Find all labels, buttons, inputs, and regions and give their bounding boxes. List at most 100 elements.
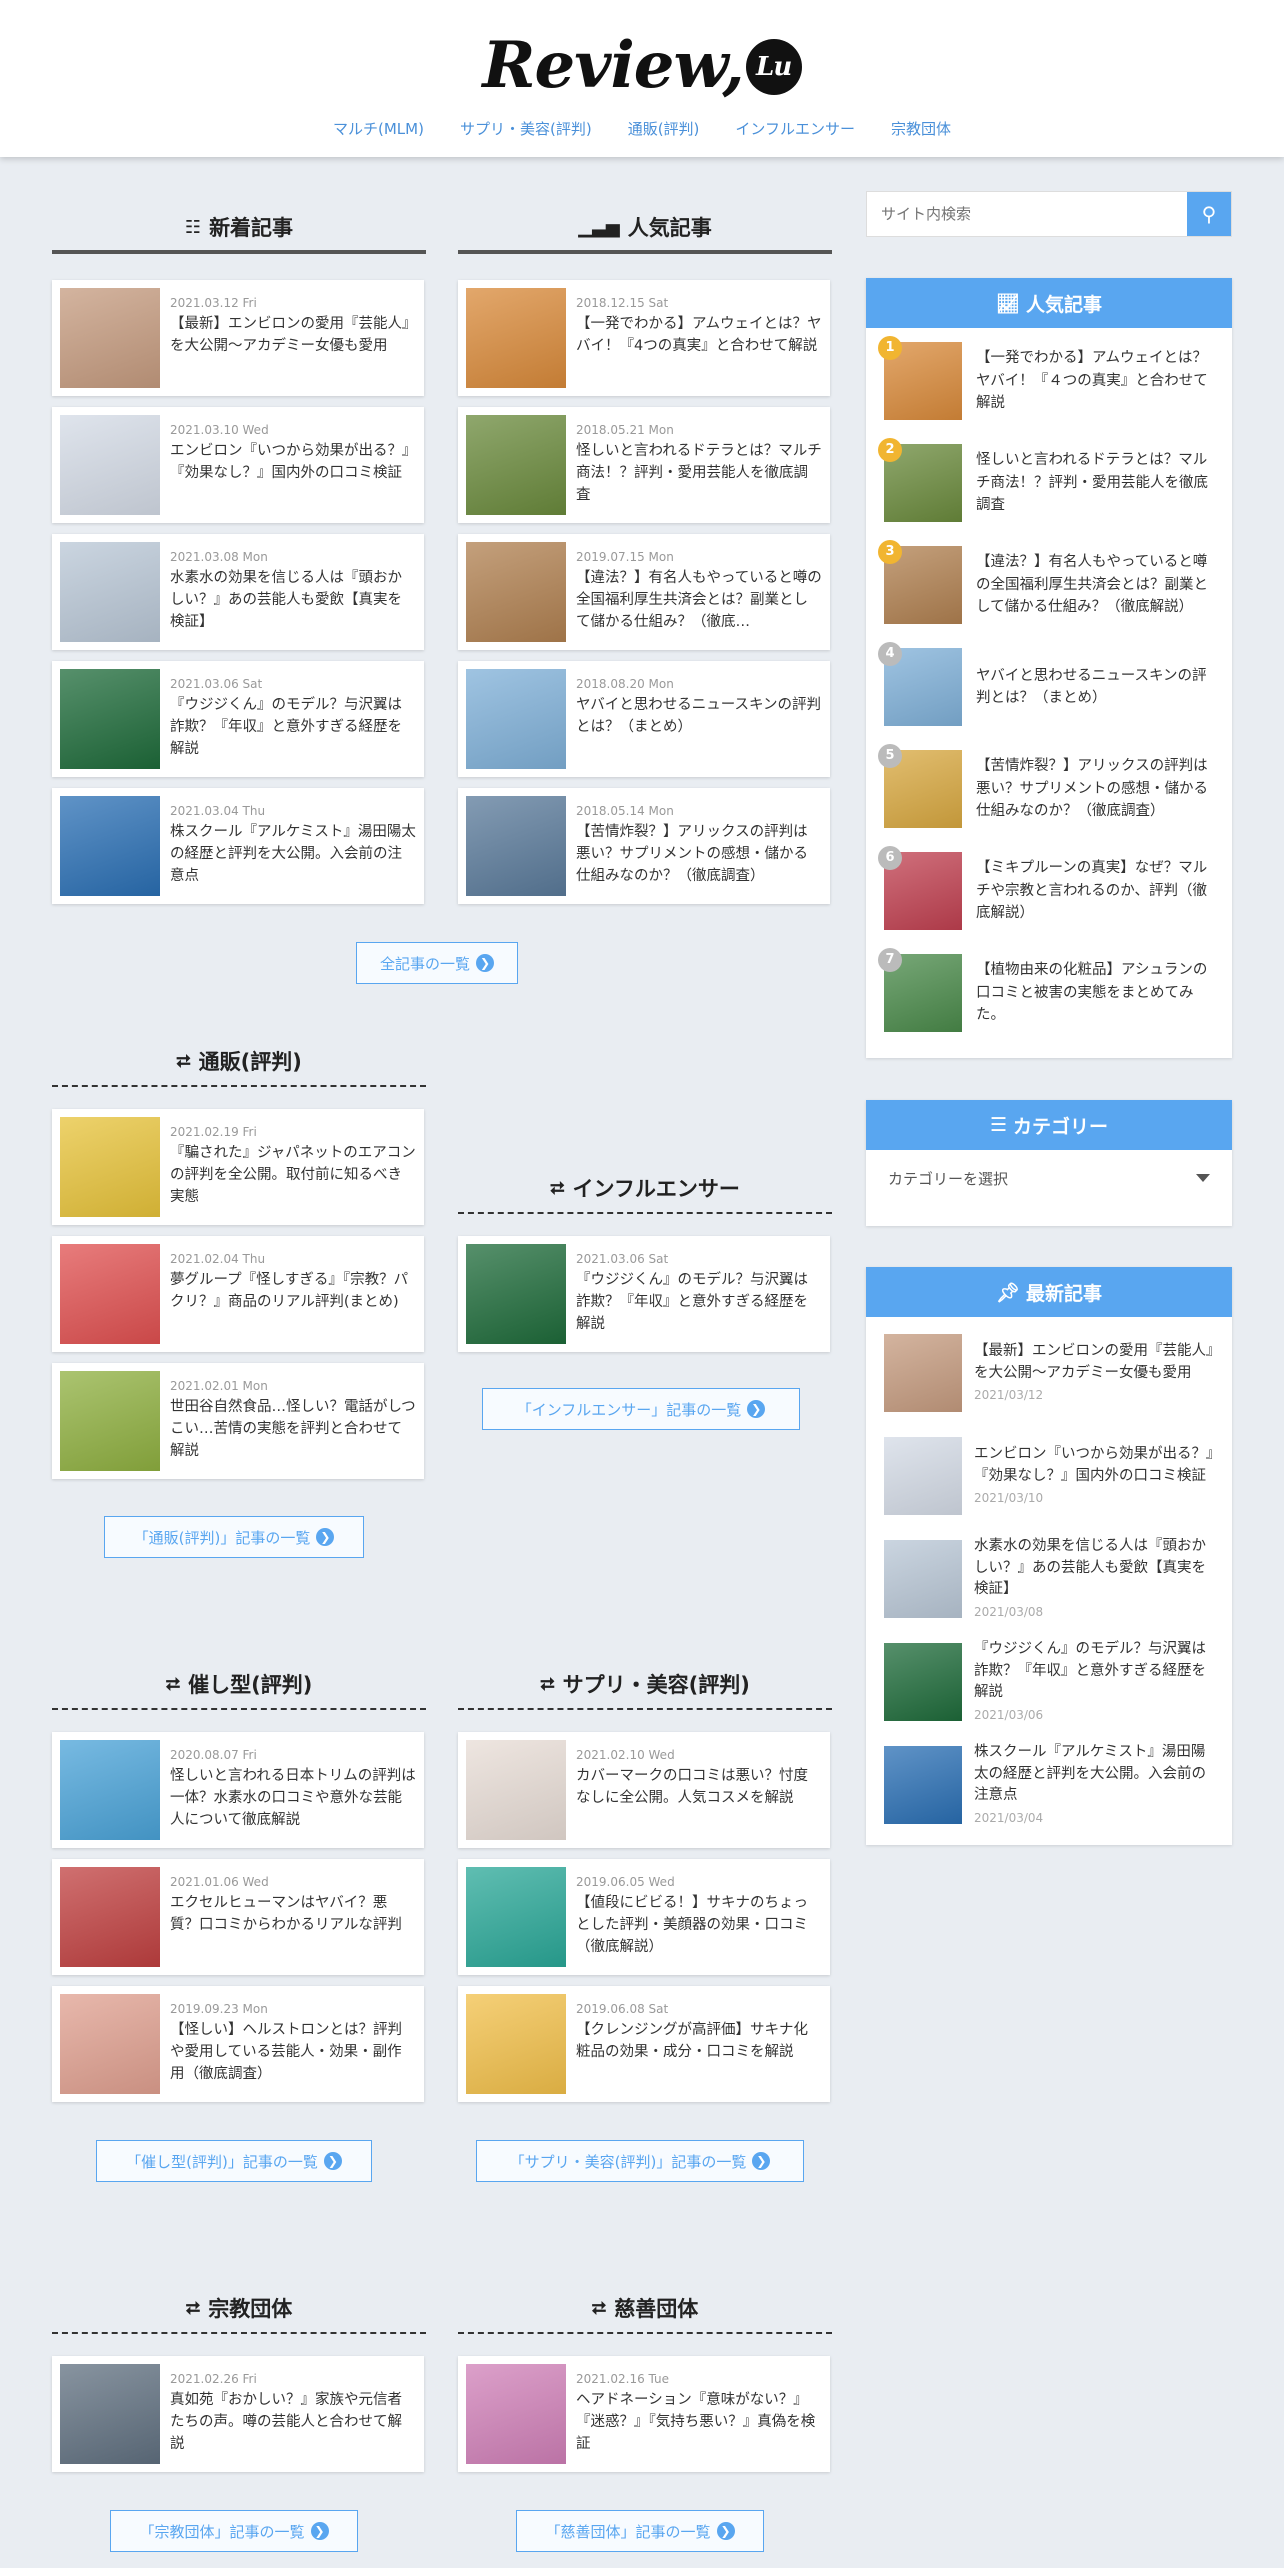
article-title[interactable]: 真如苑『おかしい？』家族や元信者たちの声。噂の芸能人と合わせて解説 bbox=[170, 2390, 416, 2455]
ranking-item[interactable]: 7 【植物由来の化粧品】アシュランの口コミと被害の実態をまとめてみた。 bbox=[866, 942, 1232, 1044]
ranking-title[interactable]: 【違法？】有名人もやっていると噂の全国福利厚生共済会とは？副業として儲かる仕組み… bbox=[962, 551, 1214, 618]
ranking-title[interactable]: 【一発でわかる】アムウェイとは？ヤバイ！『４つの真実』と合わせて解説 bbox=[962, 347, 1214, 414]
latest-thumbnail[interactable] bbox=[884, 1539, 962, 1618]
article-thumbnail[interactable] bbox=[466, 542, 566, 642]
ranking-title[interactable]: ヤバイと思わせるニュースキンの評判とは？（まとめ） bbox=[962, 665, 1214, 710]
latest-item[interactable]: エンビロン『いつから効果が出る？』『効果なし？』国内外の口コミ検証 2021/0… bbox=[866, 1424, 1232, 1527]
article-title[interactable]: 夢グループ『怪しすぎる』『宗教？パクリ？』商品のリアル評判(まとめ) bbox=[170, 1270, 416, 1314]
nav-mlm[interactable]: マルチ(MLM) bbox=[333, 118, 424, 139]
latest-title[interactable]: 『ウジジくん』のモデル？与沢翼は詐欺？『年収』と意外すぎる経歴を解説 bbox=[974, 1639, 1214, 1704]
article-title[interactable]: 『騙された』ジャパネットのエアコンの評判を全公開。取付前に知るべき実態 bbox=[170, 1143, 416, 1208]
article-card[interactable]: 2020.08.07 Fri 怪しいと言われる日本トリムの評判は一体？水素水の口… bbox=[52, 1732, 424, 1848]
article-title[interactable]: 株スクール『アルケミスト』湯田陽太の経歴と評判を大公開。入会前の注意点 bbox=[170, 822, 416, 887]
article-thumbnail[interactable] bbox=[60, 542, 160, 642]
search-button[interactable]: ⚲ bbox=[1187, 192, 1231, 236]
latest-thumbnail[interactable] bbox=[884, 1642, 962, 1721]
ranking-item[interactable]: 3 【違法？】有名人もやっていると噂の全国福利厚生共済会とは？副業として儲かる仕… bbox=[866, 534, 1232, 636]
latest-item[interactable]: 水素水の効果を信じる人は『頭おかしい？』あの芸能人も愛飲【真実を検証】 2021… bbox=[866, 1527, 1232, 1630]
article-thumbnail[interactable] bbox=[60, 2364, 160, 2464]
nav-supple[interactable]: サプリ・美容(評判) bbox=[460, 118, 592, 139]
latest-title[interactable]: 水素水の効果を信じる人は『頭おかしい？』あの芸能人も愛飲【真実を検証】 bbox=[974, 1536, 1214, 1601]
article-title[interactable]: 【苦情炸裂？】アリックスの評判は悪い？サプリメントの感想・儲かる仕組みなのか？（… bbox=[576, 822, 822, 887]
article-card[interactable]: 2018.05.14 Mon 【苦情炸裂？】アリックスの評判は悪い？サプリメント… bbox=[458, 788, 830, 904]
article-thumbnail[interactable] bbox=[466, 1994, 566, 2094]
article-thumbnail[interactable] bbox=[466, 288, 566, 388]
more-button-saimin[interactable]: 「催し型(評判)」記事の一覧 ❯ bbox=[96, 2140, 372, 2182]
article-thumbnail[interactable] bbox=[60, 1740, 160, 1840]
more-button-new[interactable]: 全記事の一覧 ❯ bbox=[356, 942, 518, 984]
nav-influencer[interactable]: インフルエンサー bbox=[735, 118, 855, 139]
article-thumbnail[interactable] bbox=[60, 796, 160, 896]
article-card[interactable]: 2019.07.15 Mon 【違法？】有名人もやっていると噂の全国福利厚生共済… bbox=[458, 534, 830, 650]
nav-tsuhan[interactable]: 通販(評判) bbox=[628, 118, 700, 139]
article-thumbnail[interactable] bbox=[60, 669, 160, 769]
latest-thumbnail[interactable] bbox=[884, 1436, 962, 1515]
article-title[interactable]: 怪しいと言われる日本トリムの評判は一体？水素水の口コミや意外な芸能人について徹底… bbox=[170, 1766, 416, 1831]
article-card[interactable]: 2021.03.06 Sat 『ウジジくん』のモデル？与沢翼は詐欺？『年収』と意… bbox=[458, 1236, 830, 1352]
article-card[interactable]: 2019.06.05 Wed 【値段にビビる！】サキナのちょっとした評判・美顔器… bbox=[458, 1859, 830, 1975]
article-thumbnail[interactable] bbox=[60, 1117, 160, 1217]
article-thumbnail[interactable] bbox=[60, 288, 160, 388]
article-card[interactable]: 2018.05.21 Mon 怪しいと言われるドテラとは？マルチ商法！？評判・愛… bbox=[458, 407, 830, 523]
article-title[interactable]: カバーマークの口コミは悪い？忖度なしに全公開。人気コスメを解説 bbox=[576, 1766, 822, 1810]
latest-thumbnail[interactable] bbox=[884, 1745, 962, 1824]
article-card[interactable]: 2021.02.16 Tue ヘアドネーション『意味がない？』『迷惑？』『気持ち… bbox=[458, 2356, 830, 2472]
more-button-tsuhan[interactable]: 「通販(評判)」記事の一覧 ❯ bbox=[104, 1516, 364, 1558]
article-card[interactable]: 2021.03.08 Mon 水素水の効果を信じる人は『頭おかしい？』あの芸能人… bbox=[52, 534, 424, 650]
article-thumbnail[interactable] bbox=[466, 2364, 566, 2464]
article-thumbnail[interactable] bbox=[466, 1867, 566, 1967]
article-title[interactable]: ヤバイと思わせるニュースキンの評判とは？（まとめ） bbox=[576, 695, 822, 739]
site-logo[interactable]: Review, Lu bbox=[0, 28, 1284, 103]
ranking-title[interactable]: 【苦情炸裂？】アリックスの評判は悪い？サプリメントの感想・儲かる仕組みなのか？（… bbox=[962, 755, 1214, 822]
article-card[interactable]: 2021.03.12 Fri 【最新】エンビロンの愛用『芸能人』を大公開～アカデ… bbox=[52, 280, 424, 396]
latest-thumbnail[interactable] bbox=[884, 1333, 962, 1412]
ranking-title[interactable]: 【ミキプルーンの真実】なぜ？マルチや宗教と言われるのか、評判（徹底解説） bbox=[962, 857, 1214, 924]
article-thumbnail[interactable] bbox=[60, 1994, 160, 2094]
article-card[interactable]: 2021.03.04 Thu 株スクール『アルケミスト』湯田陽太の経歴と評判を大… bbox=[52, 788, 424, 904]
ranking-item[interactable]: 5 【苦情炸裂？】アリックスの評判は悪い？サプリメントの感想・儲かる仕組みなのか… bbox=[866, 738, 1232, 840]
article-title[interactable]: 怪しいと言われるドテラとは？マルチ商法！？評判・愛用芸能人を徹底調査 bbox=[576, 441, 822, 506]
latest-title[interactable]: 【最新】エンビロンの愛用『芸能人』を大公開～アカデミー女優も愛用 bbox=[974, 1341, 1214, 1385]
article-thumbnail[interactable] bbox=[466, 669, 566, 769]
article-title[interactable]: 水素水の効果を信じる人は『頭おかしい？』あの芸能人も愛飲【真実を検証】 bbox=[170, 568, 416, 633]
article-card[interactable]: 2019.09.23 Mon 【怪しい】ヘルストロンとは？評判や愛用している芸能… bbox=[52, 1986, 424, 2102]
article-title[interactable]: 『ウジジくん』のモデル？与沢翼は詐欺？『年収』と意外すぎる経歴を解説 bbox=[576, 1270, 822, 1335]
article-card[interactable]: 2019.06.08 Sat 【クレンジングが高評価】サキナ化粧品の効果・成分・… bbox=[458, 1986, 830, 2102]
ranking-title[interactable]: 【植物由来の化粧品】アシュランの口コミと被害の実態をまとめてみた。 bbox=[962, 959, 1214, 1026]
latest-item[interactable]: 『ウジジくん』のモデル？与沢翼は詐欺？『年収』と意外すぎる経歴を解説 2021/… bbox=[866, 1630, 1232, 1733]
article-thumbnail[interactable] bbox=[466, 1740, 566, 1840]
article-card[interactable]: 2021.03.10 Wed エンビロン『いつから効果が出る？』『効果なし？』国… bbox=[52, 407, 424, 523]
latest-title[interactable]: 株スクール『アルケミスト』湯田陽太の経歴と評判を大公開。入会前の注意点 bbox=[974, 1742, 1214, 1807]
category-select[interactable]: カテゴリーを選択 bbox=[866, 1150, 1232, 1206]
article-title[interactable]: ヘアドネーション『意味がない？』『迷惑？』『気持ち悪い？』真偽を検証 bbox=[576, 2390, 822, 2455]
article-card[interactable]: 2018.12.15 Sat 【一発でわかる】アムウェイとは？ヤバイ！『4つの真… bbox=[458, 280, 830, 396]
article-title[interactable]: エンビロン『いつから効果が出る？』『効果なし？』国内外の口コミ検証 bbox=[170, 441, 416, 485]
ranking-item[interactable]: 4 ヤバイと思わせるニュースキンの評判とは？（まとめ） bbox=[866, 636, 1232, 738]
article-title[interactable]: 『ウジジくん』のモデル？与沢翼は詐欺？『年収』と意外すぎる経歴を解説 bbox=[170, 695, 416, 760]
ranking-title[interactable]: 怪しいと言われるドテラとは？マルチ商法！？評判・愛用芸能人を徹底調査 bbox=[962, 449, 1214, 516]
article-card[interactable]: 2021.01.06 Wed エクセルヒューマンはヤバイ？悪質？口コミからわかる… bbox=[52, 1859, 424, 1975]
more-button-shukyo[interactable]: 「宗教団体」記事の一覧 ❯ bbox=[110, 2510, 358, 2552]
article-thumbnail[interactable] bbox=[60, 1371, 160, 1471]
more-button-jizen[interactable]: 「慈善団体」記事の一覧 ❯ bbox=[516, 2510, 764, 2552]
article-title[interactable]: 【最新】エンビロンの愛用『芸能人』を大公開～アカデミー女優も愛用 bbox=[170, 314, 416, 358]
article-card[interactable]: 2021.02.26 Fri 真如苑『おかしい？』家族や元信者たちの声。噂の芸能… bbox=[52, 2356, 424, 2472]
search-input[interactable] bbox=[867, 192, 1187, 236]
article-thumbnail[interactable] bbox=[60, 1867, 160, 1967]
latest-item[interactable]: 株スクール『アルケミスト』湯田陽太の経歴と評判を大公開。入会前の注意点 2021… bbox=[866, 1733, 1232, 1836]
latest-item[interactable]: 【最新】エンビロンの愛用『芸能人』を大公開～アカデミー女優も愛用 2021/03… bbox=[866, 1321, 1232, 1424]
article-card[interactable]: 2018.08.20 Mon ヤバイと思わせるニュースキンの評判とは？（まとめ） bbox=[458, 661, 830, 777]
article-thumbnail[interactable] bbox=[466, 1244, 566, 1344]
latest-title[interactable]: エンビロン『いつから効果が出る？』『効果なし？』国内外の口コミ検証 bbox=[974, 1444, 1214, 1488]
article-title[interactable]: 【クレンジングが高評価】サキナ化粧品の効果・成分・口コミを解説 bbox=[576, 2020, 822, 2064]
article-title[interactable]: 【値段にビビる！】サキナのちょっとした評判・美顔器の効果・口コミ（徹底解説） bbox=[576, 1893, 822, 1958]
article-card[interactable]: 2021.02.01 Mon 世田谷自然食品…怪しい？電話がしつこい…苦情の実態… bbox=[52, 1363, 424, 1479]
article-title[interactable]: 【違法？】有名人もやっていると噂の全国福利厚生共済会とは？副業として儲かる仕組み… bbox=[576, 568, 822, 633]
article-card[interactable]: 2021.02.04 Thu 夢グループ『怪しすぎる』『宗教？パクリ？』商品のリ… bbox=[52, 1236, 424, 1352]
ranking-item[interactable]: 1 【一発でわかる】アムウェイとは？ヤバイ！『４つの真実』と合わせて解説 bbox=[866, 330, 1232, 432]
article-title[interactable]: エクセルヒューマンはヤバイ？悪質？口コミからわかるリアルな評判 bbox=[170, 1893, 416, 1937]
article-thumbnail[interactable] bbox=[466, 796, 566, 896]
article-card[interactable]: 2021.02.19 Fri 『騙された』ジャパネットのエアコンの評判を全公開。… bbox=[52, 1109, 424, 1225]
article-thumbnail[interactable] bbox=[466, 415, 566, 515]
article-card[interactable]: 2021.02.10 Wed カバーマークの口コミは悪い？忖度なしに全公開。人気… bbox=[458, 1732, 830, 1848]
